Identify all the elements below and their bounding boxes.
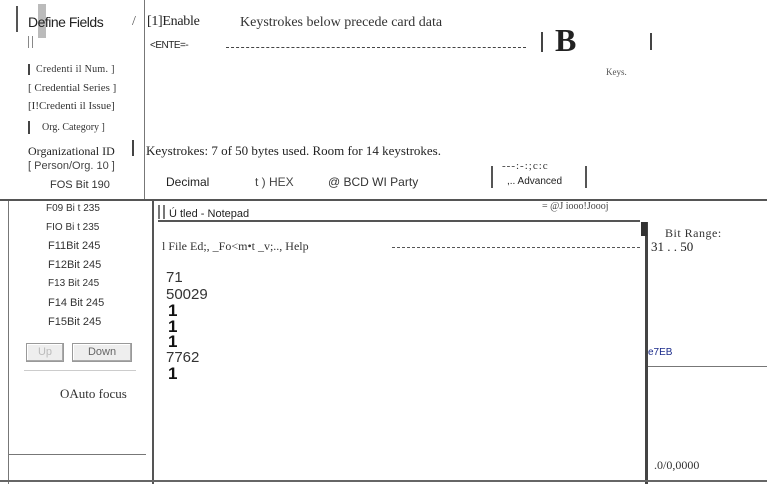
advanced-decor: ---:-:;c:c <box>502 160 549 172</box>
define-fields-bracket <box>16 6 24 32</box>
notepad-title-bar-mark-2 <box>163 205 165 219</box>
notepad-menu-rule <box>392 247 640 248</box>
window-bottom-border <box>0 480 767 482</box>
bit-list-item[interactable]: F09 Bi t 235 <box>46 203 100 214</box>
hex-value-display: e7EB <box>648 347 673 358</box>
auto-focus-checkbox[interactable]: OAuto focus <box>60 386 127 402</box>
notepad-line: 71 <box>166 269 183 286</box>
keystrokes-precede-label: Keystrokes below precede card data <box>240 15 443 30</box>
field-org-category[interactable]: Org. Category ] <box>42 122 105 133</box>
keys-label: Keys. <box>606 67 627 77</box>
keystroke-entry-end-bar <box>541 32 543 52</box>
notepad-window[interactable]: Ú tled - Notepad = @J iooo!Joooj l File… <box>154 201 644 484</box>
left-panel-divider-top <box>144 0 145 200</box>
header-slash: / <box>132 14 136 29</box>
big-b-glyph: B <box>555 22 577 58</box>
header-right-bar <box>650 33 652 50</box>
format-option-bcd[interactable]: @ BCD WI Party <box>328 175 418 189</box>
left-bottom-rule <box>8 454 146 455</box>
advanced-button-label[interactable]: ,.. Advanced <box>507 176 562 187</box>
notepad-title: Ú tled - Notepad <box>169 208 250 220</box>
field-fos-bit[interactable]: FOS Bit 190 <box>50 179 110 191</box>
bit-list-item[interactable]: F13 Bit 245 <box>48 278 99 289</box>
notepad-title-bar-mark <box>158 205 160 219</box>
right-bottom-value: .0/0,0000 <box>654 458 700 472</box>
field-list-left-bar-2 <box>28 121 30 134</box>
bit-list-item[interactable]: F14 Bit 245 <box>48 297 104 309</box>
field-organizational-id[interactable]: Organizational ID <box>28 144 115 159</box>
define-fields-title: Define Fields <box>28 14 104 30</box>
field-person-org-id[interactable]: [ Person/Org. 10 ] <box>28 160 115 172</box>
bit-list-item[interactable]: FIO Bi t 235 <box>46 222 99 233</box>
format-option-hex[interactable]: t ) HEX <box>255 175 294 189</box>
bit-list-item[interactable]: F11Bit 245 <box>48 240 100 252</box>
left-small-bracket <box>28 36 29 48</box>
notepad-line: 1 <box>168 332 178 351</box>
enable-keystrokes-toggle[interactable]: [1]Enable <box>147 14 200 30</box>
notepad-window-controls[interactable]: = @J iooo!Joooj <box>542 201 609 212</box>
field-org-id-bar <box>132 140 134 156</box>
up-button[interactable]: Up <box>26 343 64 362</box>
field-credential-issue[interactable]: [I!Credenti il Issue] <box>28 100 115 112</box>
keystrokes-status: Keystrokes: 7 of 50 bytes used. Room for… <box>146 143 441 158</box>
field-credential-number[interactable]: Credenti il Num. ] <box>36 64 115 75</box>
keystroke-entry-underline <box>226 47 526 48</box>
bit-list-item[interactable]: F12Bit 245 <box>48 259 101 271</box>
notepad-title-underline <box>158 220 640 222</box>
field-credential-series[interactable]: [ Credential Series ] <box>28 82 116 94</box>
right-panel-rule <box>648 366 767 367</box>
bit-range-value[interactable]: 31 . . 50 <box>651 239 693 255</box>
down-button[interactable]: Down <box>72 343 132 362</box>
field-list-left-bar-1 <box>28 64 30 75</box>
enter-keystroke-token[interactable]: <ENTE=- <box>150 40 189 51</box>
left-panel-rule <box>24 370 136 371</box>
left-panel-border-left <box>8 201 9 484</box>
notepad-menu-bar[interactable]: l File Ed;, _Fo<m•t _v;.., Help <box>162 239 309 254</box>
right-panel-top-mark <box>641 222 647 236</box>
format-option-decimal[interactable]: Decimal <box>166 175 209 189</box>
left-small-bracket-2 <box>32 36 33 48</box>
bit-list-item[interactable]: F15Bit 245 <box>48 316 101 328</box>
notepad-line: 1 <box>168 364 178 383</box>
